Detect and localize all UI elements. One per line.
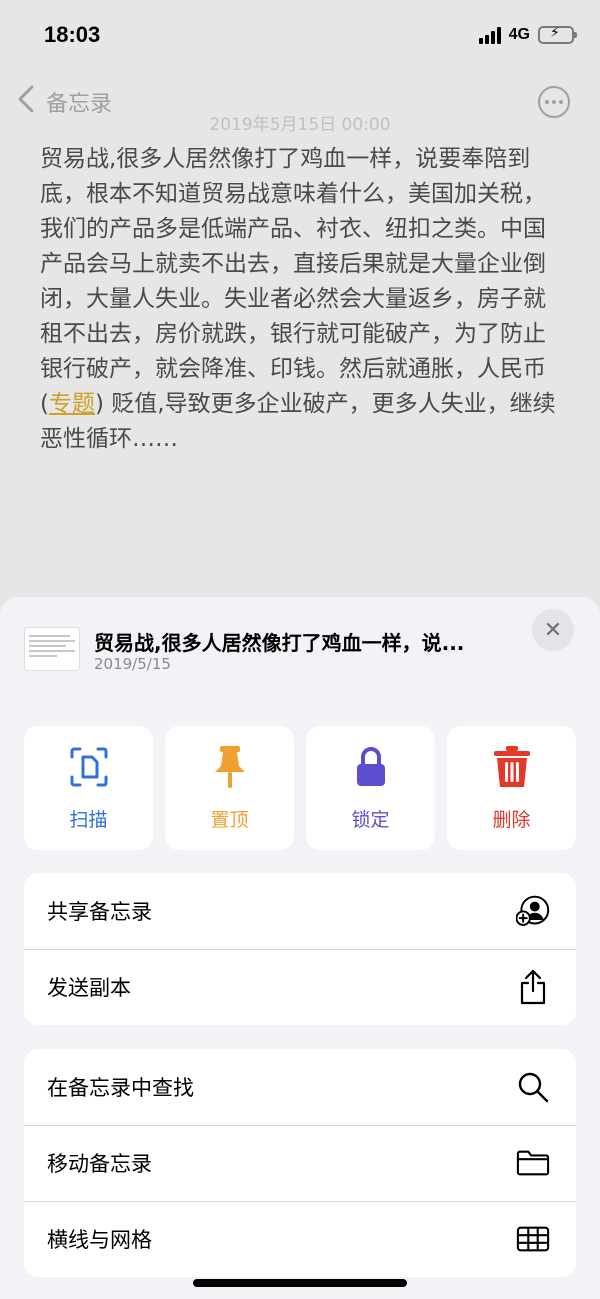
- note-date: 2019年5月15日 00:00: [209, 115, 391, 135]
- folder-icon: [516, 1146, 550, 1180]
- note-thumbnail: [24, 627, 80, 671]
- signal-icon: [478, 26, 501, 44]
- pin-label: 置顶: [210, 808, 249, 831]
- sheet-subtitle: 2019/5/15: [94, 655, 171, 673]
- sheet-header: 贸易战,很多人居然像打了鸡血一样，说... 2019/5/15 ✕: [0, 597, 600, 707]
- send-copy-row[interactable]: 发送副本: [24, 949, 576, 1025]
- note-text-end: ) 贬值,导致更多企业破产，更多人失业，继续恶性循环……: [40, 391, 556, 452]
- lock-button[interactable]: 锁定: [306, 726, 435, 850]
- move-note-label: 移动备忘录: [47, 1152, 152, 1176]
- find-in-note-label: 在备忘录中查找: [47, 1076, 194, 1100]
- pin-icon: [210, 745, 250, 789]
- note-actions-sheet: 贸易战,很多人居然像打了鸡血一样，说... 2019/5/15 ✕ 扫描 置顶 …: [0, 597, 600, 1299]
- status-time: 18:03: [44, 22, 101, 47]
- scan-document-icon: [69, 745, 109, 789]
- home-indicator: [193, 1279, 407, 1287]
- status-bar: 18:03 4G ⚡: [0, 0, 600, 72]
- lines-and-grids-label: 横线与网格: [47, 1228, 152, 1252]
- send-copy-label: 发送副本: [47, 976, 131, 1000]
- add-person-icon: [516, 894, 550, 928]
- grid-icon: [516, 1222, 550, 1256]
- trash-icon: [492, 745, 532, 789]
- lines-and-grids-row[interactable]: 横线与网格: [24, 1201, 576, 1277]
- share-icon: [516, 969, 550, 1005]
- note-body[interactable]: 贸易战,很多人居然像打了鸡血一样，说要奉陪到底，根本不知道贸易战意味着什么，美国…: [40, 142, 565, 457]
- share-group: 共享备忘录 发送副本: [24, 873, 576, 1025]
- note-text: 贸易战,很多人居然像打了鸡血一样，说要奉陪到底，根本不知道贸易战意味着什么，美国…: [40, 146, 546, 417]
- scan-button[interactable]: 扫描: [24, 726, 153, 850]
- status-indicators: 4G ⚡: [478, 24, 577, 46]
- delete-button[interactable]: 删除: [447, 726, 576, 850]
- network-label: 4G: [508, 26, 530, 43]
- pin-button[interactable]: 置顶: [165, 726, 294, 850]
- quick-actions: 扫描 置顶 锁定 删除: [24, 726, 576, 850]
- sheet-title: 贸易战,很多人居然像打了鸡血一样，说...: [94, 631, 465, 655]
- tools-group: 在备忘录中查找 移动备忘录 横线与网格: [24, 1049, 576, 1277]
- topic-link[interactable]: 专题: [49, 391, 95, 417]
- move-note-row[interactable]: 移动备忘录: [24, 1125, 576, 1201]
- close-icon: ✕: [543, 617, 563, 643]
- scan-label: 扫描: [69, 808, 108, 831]
- battery-icon: ⚡: [538, 25, 577, 44]
- close-button[interactable]: ✕: [532, 609, 574, 651]
- search-icon: [516, 1070, 550, 1104]
- lock-icon: [351, 745, 391, 789]
- delete-label: 删除: [492, 808, 531, 831]
- lock-label: 锁定: [351, 808, 390, 831]
- share-note-row[interactable]: 共享备忘录: [24, 873, 576, 949]
- share-note-label: 共享备忘录: [47, 900, 152, 924]
- find-in-note-row[interactable]: 在备忘录中查找: [24, 1049, 576, 1125]
